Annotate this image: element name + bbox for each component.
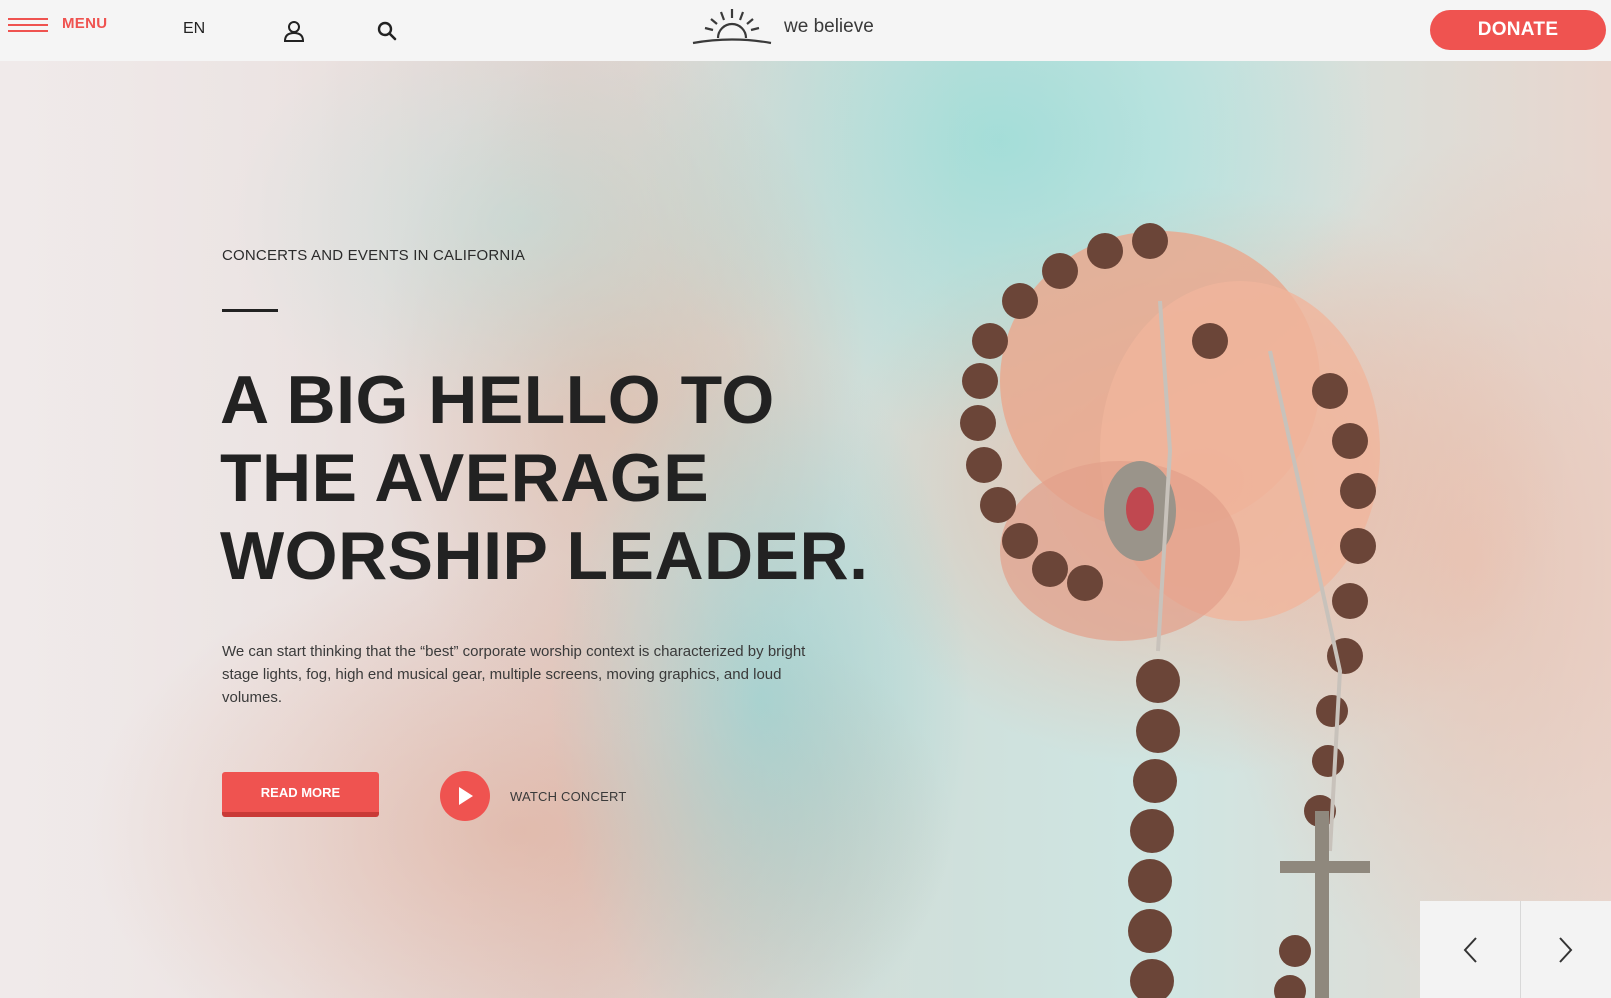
search-icon[interactable]: [376, 20, 398, 42]
user-icon[interactable]: [283, 20, 305, 42]
site-logo[interactable]: we believe: [692, 6, 874, 46]
play-button[interactable]: [440, 771, 490, 821]
rosary-hands-image: [960, 223, 1380, 998]
eyebrow-divider: [222, 309, 278, 312]
hero-section: CONCERTS AND EVENTS IN CALIFORNIA A BIG …: [0, 61, 1611, 998]
menu-label: MENU: [62, 14, 108, 32]
hero-headline: A BIG HELLO TO THE AVERAGE WORSHIP LEADE…: [220, 361, 940, 595]
language-selector[interactable]: EN: [183, 20, 205, 38]
chevron-right-icon: [1559, 936, 1573, 963]
donate-button[interactable]: DONATE: [1430, 10, 1606, 50]
read-more-button[interactable]: READ MORE: [222, 772, 379, 817]
watch-concert-link[interactable]: WATCH CONCERT: [440, 771, 626, 821]
logo-text: we believe: [784, 16, 874, 37]
hero-eyebrow: CONCERTS AND EVENTS IN CALIFORNIA: [222, 247, 526, 264]
slider-navigation: [1420, 901, 1611, 998]
previous-slide-button[interactable]: [1420, 901, 1520, 998]
hero-intro-text: We can start thinking that the “best” co…: [222, 643, 806, 706]
site-header: MENU EN we believe DONATE: [0, 0, 1611, 61]
headline-line: A BIG HELLO TO: [220, 362, 775, 438]
watch-concert-label: WATCH CONCERT: [510, 788, 627, 804]
play-icon: [459, 787, 473, 805]
headline-line: THE AVERAGE: [220, 440, 710, 516]
sunrise-logo-icon: [692, 9, 772, 45]
headline-line: WORSHIP LEADER.: [220, 518, 869, 594]
menu-button[interactable]: MENU: [8, 14, 107, 32]
next-slide-button[interactable]: [1520, 901, 1611, 998]
hamburger-icon: [8, 14, 48, 32]
chevron-left-icon: [1463, 936, 1477, 963]
